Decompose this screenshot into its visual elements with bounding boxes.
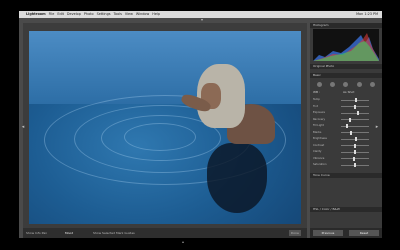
slider-thumb[interactable] [346, 124, 349, 128]
slider-row: Tint [313, 104, 379, 109]
basic-header[interactable]: Basic [310, 73, 382, 78]
slider-thumb[interactable] [354, 163, 356, 167]
slider-thumb[interactable] [355, 98, 358, 102]
slider-track[interactable] [341, 112, 369, 114]
menu-settings[interactable]: Settings [97, 11, 111, 18]
slider-row: Contrast [313, 143, 379, 148]
slider-row: Blacks [313, 130, 379, 135]
menu-file[interactable]: File [49, 11, 55, 18]
photo-preview[interactable] [29, 31, 301, 224]
left-panel-toggle-icon[interactable]: ◂ [21, 124, 25, 130]
water-highlight [29, 31, 301, 105]
slider-track[interactable] [341, 119, 369, 120]
develop-panel: Histogram Original Photo Basic WB : As S… [310, 23, 382, 238]
slider-row: Temp [313, 98, 379, 102]
slider-row: Brightness [313, 137, 379, 141]
slider-track[interactable] [341, 158, 369, 159]
slider-thumb[interactable] [354, 150, 356, 154]
reset-button[interactable]: Reset [349, 230, 379, 236]
slider-label: Tint [313, 104, 318, 108]
mode-select[interactable]: Mood [65, 228, 73, 238]
menu-photo[interactable]: Photo [84, 11, 94, 18]
white-balance-row: WB : As Shot [313, 90, 379, 95]
slider-row: Exposure [313, 111, 379, 115]
toolbar: Show Info Pan Mood Show Selected Mark Gu… [23, 228, 307, 238]
slider-thumb[interactable] [354, 104, 356, 109]
photo-workspace [23, 23, 307, 228]
hsl-header[interactable]: HSL / Color / B&W [310, 207, 382, 212]
slider-label: Vibrance [313, 156, 325, 160]
slider-label: Contrast [313, 143, 325, 147]
right-panel-toggle-icon[interactable]: ▸ [375, 124, 379, 130]
slider-label: Clarity [313, 150, 322, 153]
slider-thumb[interactable] [352, 156, 355, 161]
slider-thumb[interactable] [355, 137, 358, 141]
slider-row: Recovery [313, 117, 379, 122]
original-photo-header[interactable]: Original Photo [310, 64, 382, 69]
slider-row: Fill Light [313, 124, 379, 128]
person-reflection [207, 143, 267, 213]
slider-track[interactable] [341, 132, 369, 133]
slider-label: Fill Light [313, 124, 324, 127]
adjustment-brush-icon[interactable] [369, 82, 375, 87]
crop-tool-icon[interactable] [317, 82, 323, 87]
guides-option[interactable]: Show Selected Mark Guides [93, 228, 135, 238]
histogram-graph [313, 33, 379, 61]
histogram [313, 29, 379, 61]
menu-window[interactable]: Window [136, 11, 149, 18]
menu-develop[interactable]: Develop [67, 11, 81, 18]
slider-label: Brightness [313, 137, 327, 140]
lightroom-screen: Lightroom File Edit Develop Photo Settin… [19, 11, 382, 238]
slider-thumb[interactable] [350, 130, 353, 135]
slider-track[interactable] [341, 125, 369, 127]
previous-button[interactable]: Previous [313, 230, 343, 236]
slider-thumb[interactable] [348, 117, 351, 122]
histogram-header[interactable]: Histogram [310, 23, 382, 28]
spot-removal-icon[interactable] [330, 82, 336, 87]
slider-label: Recovery [313, 117, 326, 121]
graduated-filter-icon[interactable] [356, 82, 362, 87]
menu-view[interactable]: View [125, 11, 133, 18]
menu-help[interactable]: Help [152, 11, 160, 18]
panel-buttons: Previous Reset [310, 228, 382, 238]
slider-label: Exposure [313, 111, 326, 114]
wb-label: WB : [313, 90, 320, 94]
slider-label: Saturation [313, 163, 327, 166]
filmstrip-toggle-icon[interactable]: ▴ [180, 240, 186, 244]
tone-curve-header[interactable]: Tone Curve [310, 173, 382, 178]
slider-thumb[interactable] [356, 111, 359, 115]
wb-select[interactable]: As Shot [343, 90, 354, 95]
menu-tools[interactable]: Tools [114, 11, 122, 18]
slider-label: Temp [313, 98, 320, 101]
slider-row: Clarity [313, 150, 379, 154]
menu-edit[interactable]: Edit [57, 11, 64, 18]
slider-row: Saturation [313, 163, 379, 167]
menu-app[interactable]: Lightroom [26, 11, 46, 18]
slider-row: Vibrance [313, 156, 379, 161]
show-info-label[interactable]: Show Info Pan [26, 228, 47, 238]
done-button[interactable]: Done [289, 230, 301, 236]
menu-clock: Mon 1:23 PM [356, 12, 378, 16]
top-panel-toggle-icon[interactable]: ▾ [199, 18, 205, 22]
slider-label: Blacks [313, 130, 322, 134]
tool-strip [313, 81, 379, 88]
slider-thumb[interactable] [354, 143, 356, 148]
red-eye-icon[interactable] [343, 82, 349, 87]
